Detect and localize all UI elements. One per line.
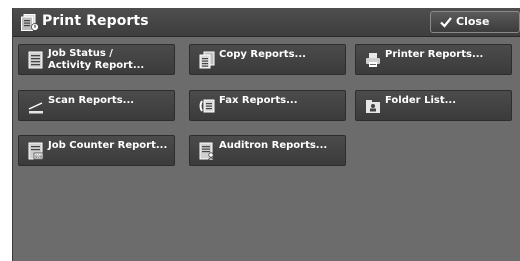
job-status-icon <box>28 51 43 69</box>
checkmark-icon <box>440 17 452 28</box>
scan-reports-button[interactable]: Scan Reports... <box>18 90 175 121</box>
button-label: Printer Reports... <box>385 49 484 60</box>
close-button-label: Close <box>456 15 490 28</box>
folder-list-button[interactable]: Folder List... <box>355 90 512 121</box>
printer-icon <box>366 53 380 67</box>
page-title: Print Reports <box>42 13 149 29</box>
printer-reports-button[interactable]: Printer Reports... <box>355 44 512 75</box>
auditron-icon <box>199 142 215 160</box>
job-counter-report-button[interactable]: 0000 Job Counter Report... <box>18 135 175 166</box>
button-label: Fax Reports... <box>219 95 298 106</box>
button-label-line2: Activity Report... <box>48 60 145 71</box>
job-status-activity-report-button[interactable]: Job Status / Activity Report... <box>18 44 175 75</box>
close-button[interactable]: Close <box>430 11 520 33</box>
button-label: Copy Reports... <box>219 49 306 60</box>
print-reports-screen: Print Reports Close Job Status / Activit… <box>12 8 520 261</box>
button-label: Job Counter Report... <box>48 140 168 151</box>
button-label: Scan Reports... <box>48 95 135 106</box>
button-label: Auditron Reports... <box>219 140 328 151</box>
title-bar: Print Reports Close <box>13 8 520 37</box>
svg-text:0000: 0000 <box>35 154 44 159</box>
fax-reports-button[interactable]: Fax Reports... <box>189 90 346 121</box>
fax-icon <box>199 99 215 113</box>
auditron-reports-button[interactable]: Auditron Reports... <box>189 135 346 166</box>
copy-reports-button[interactable]: Copy Reports... <box>189 44 346 75</box>
folder-icon <box>366 100 380 113</box>
job-counter-icon: 0000 <box>28 142 44 160</box>
print-reports-icon <box>21 14 39 31</box>
copy-reports-icon <box>199 51 215 69</box>
scan-icon <box>28 102 43 114</box>
button-label-line1: Job Status / <box>48 48 113 59</box>
button-label: Folder List... <box>385 95 457 106</box>
